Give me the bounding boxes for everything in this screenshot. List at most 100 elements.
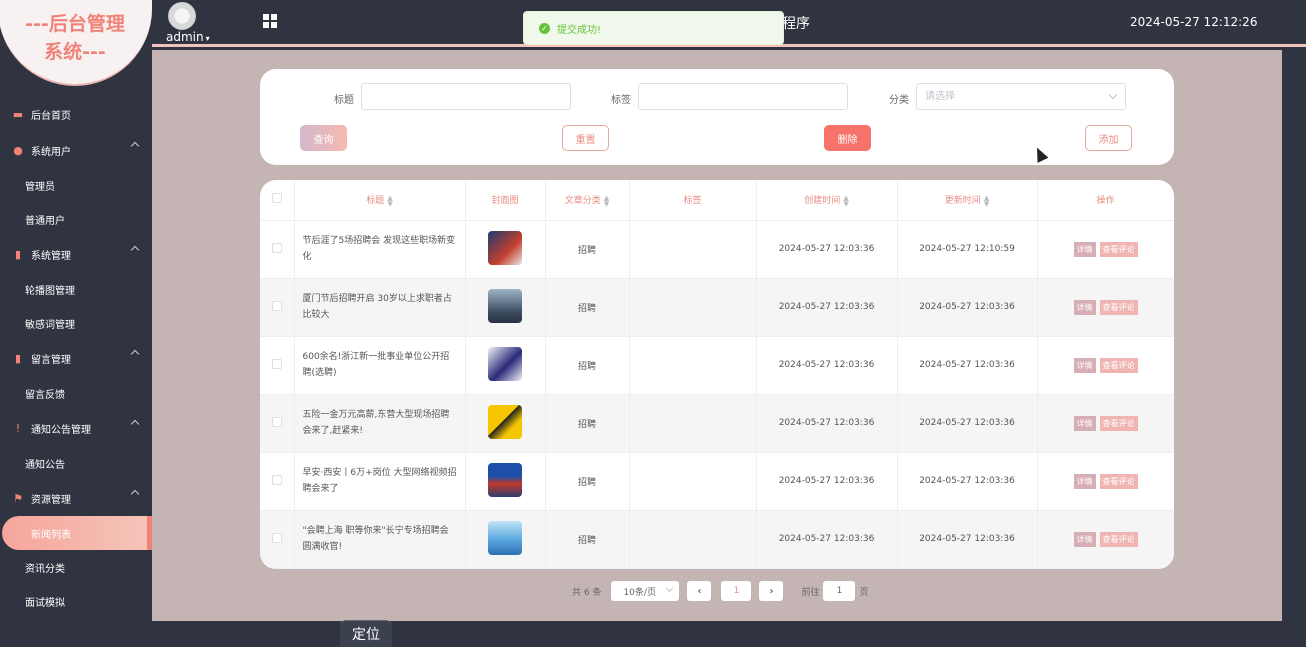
chevron-up-icon (130, 419, 140, 429)
avatar[interactable] (168, 2, 196, 30)
caret-down-icon: ▾ (205, 34, 210, 43)
cover-image (488, 288, 522, 323)
sidebar-group-resources[interactable]: ⚑ 资源管理 (0, 480, 152, 516)
select-all-cell (260, 180, 295, 221)
view-comments-button[interactable]: 查看评论 (1099, 357, 1138, 373)
bar-chart-icon: ▮ (14, 351, 22, 365)
brand-logo: ---后台管理 系统--- (0, 0, 152, 86)
query-button[interactable]: 查询 (300, 125, 347, 151)
page-suffix: 页 (859, 587, 869, 598)
sidebar-item-admin[interactable]: 管理员 (0, 168, 152, 202)
row-checkbox[interactable] (271, 416, 282, 427)
table-row: 厦门节后招聘开启 30岁以上求职者占比较大 招聘 2024-05-27 12:0… (260, 278, 1174, 337)
row-title: 节后涯了5场招聘会 发现这些职场新变化 (294, 220, 466, 279)
row-checkbox[interactable] (271, 474, 282, 485)
goto-label: 前往 (801, 587, 820, 598)
cover-image (488, 404, 522, 439)
row-checkbox[interactable] (271, 358, 282, 369)
detail-button[interactable]: 详情 (1073, 357, 1096, 373)
sort-icon[interactable]: ▲ ▼ (843, 194, 848, 207)
category-label: 分类 (889, 95, 909, 106)
sidebar-item-home[interactable]: ▬ 后台首页 (0, 96, 152, 132)
row-created: 2024-05-27 12:03:36 (756, 220, 898, 279)
sidebar-group-notices[interactable]: ! 通知公告管理 (0, 410, 152, 446)
header-cover: 封面图 (465, 180, 546, 221)
row-checkbox[interactable] (271, 300, 282, 311)
view-comments-button[interactable]: 查看评论 (1099, 415, 1138, 431)
title-input[interactable] (361, 83, 571, 110)
flag-icon: ⚑ (13, 491, 23, 505)
sort-icon[interactable]: ▲ ▼ (387, 194, 392, 207)
header-created[interactable]: 创建时间 ▲ ▼ (756, 180, 898, 221)
cover-image (488, 520, 522, 555)
view-comments-button[interactable]: 查看评论 (1099, 241, 1138, 257)
header-actions: 操作 (1037, 180, 1174, 221)
sidebar-group-system[interactable]: ▮ 系统管理 (0, 236, 152, 272)
view-comments-button[interactable]: 查看评论 (1099, 473, 1138, 489)
page-number[interactable]: 1 (721, 581, 752, 601)
table-row: 早安·西安丨6万+岗位 大型网络视频招聘会来了 招聘 2024-05-27 12… (260, 452, 1174, 511)
sidebar-item-notice[interactable]: 通知公告 (0, 446, 152, 480)
row-category: 招聘 (545, 452, 630, 511)
row-checkbox[interactable] (271, 532, 282, 543)
prev-page-button[interactable]: ‹ (687, 581, 712, 601)
header-title[interactable]: 标题 ▲ ▼ (294, 180, 466, 221)
sidebar-item-carousel[interactable]: 轮播图管理 (0, 272, 152, 306)
row-created: 2024-05-27 12:03:36 (756, 510, 898, 569)
sort-icon[interactable]: ▲ ▼ (604, 194, 609, 207)
sidebar-item-news-category[interactable]: 资讯分类 (0, 550, 152, 584)
monitor-icon: ▬ (12, 107, 24, 121)
detail-button[interactable]: 详情 (1073, 241, 1096, 257)
sidebar-item-interview[interactable]: 面试模拟 (0, 584, 152, 618)
sidebar-item-sensitive[interactable]: 敏感词管理 (0, 306, 152, 340)
chevron-up-icon (130, 245, 140, 255)
sidebar-item-news-list[interactable]: 新闻列表 (2, 516, 152, 550)
chevron-left-icon: ‹ (697, 585, 702, 597)
reset-button[interactable]: 重置 (562, 125, 609, 151)
main-content: 标题 标签 分类 请选择 查询 重置 删除 添加 标题 ▲ ▼ 封面图 文章分类 ▲ ▼ (152, 50, 1282, 621)
row-title: 600余名!浙江新一批事业单位公开招聘(选聘) (294, 336, 466, 395)
detail-button[interactable]: 详情 (1073, 473, 1096, 489)
row-title: "会聘上海 职等你来"长宁专场招聘会圆满收官! (294, 510, 466, 569)
header-category[interactable]: 文章分类 ▲ ▼ (545, 180, 630, 221)
table-row: 五险一金万元高薪,东营大型现场招聘会来了,赶紧来! 招聘 2024-05-27 … (260, 394, 1174, 453)
add-button[interactable]: 添加 (1085, 125, 1132, 151)
row-updated: 2024-05-27 12:03:36 (897, 452, 1038, 511)
cover-image (488, 346, 522, 381)
row-title: 早安·西安丨6万+岗位 大型网络视频招聘会来了 (294, 452, 466, 511)
tag-input[interactable] (638, 83, 848, 110)
row-updated: 2024-05-27 12:03:36 (897, 510, 1038, 569)
row-created: 2024-05-27 12:03:36 (756, 394, 898, 453)
pager-total: 共 6 条 (572, 587, 602, 598)
row-created: 2024-05-27 12:03:36 (756, 278, 898, 337)
sidebar-group-messages[interactable]: ▮ 留言管理 (0, 340, 152, 376)
sidebar-group-users[interactable]: ● 系统用户 (0, 132, 152, 168)
title-label: 标题 (334, 95, 354, 106)
category-select[interactable]: 请选择 (916, 83, 1126, 110)
header-updated[interactable]: 更新时间 ▲ ▼ (897, 180, 1038, 221)
view-comments-button[interactable]: 查看评论 (1099, 531, 1138, 547)
next-page-button[interactable]: › (759, 581, 784, 601)
row-tag (629, 452, 757, 511)
detail-button[interactable]: 详情 (1073, 531, 1096, 547)
check-circle-icon: ✓ (539, 22, 550, 34)
sidebar-item-feedback[interactable]: 留言反馈 (0, 376, 152, 410)
row-category: 招聘 (545, 220, 630, 279)
cover-image (488, 462, 522, 497)
row-created: 2024-05-27 12:03:36 (756, 336, 898, 395)
sort-icon[interactable]: ▲ ▼ (984, 194, 989, 207)
apps-grid-icon[interactable] (263, 14, 277, 28)
row-tag (629, 220, 757, 279)
detail-button[interactable]: 详情 (1073, 299, 1096, 315)
delete-button[interactable]: 删除 (824, 125, 871, 151)
view-comments-button[interactable]: 查看评论 (1099, 299, 1138, 315)
row-title: 厦门节后招聘开启 30岁以上求职者占比较大 (294, 278, 466, 337)
locate-tab[interactable]: 定位 (340, 620, 392, 647)
user-menu[interactable]: admin ▾ (166, 30, 210, 44)
detail-button[interactable]: 详情 (1073, 415, 1096, 431)
row-checkbox[interactable] (271, 242, 282, 253)
sidebar-item-normal-users[interactable]: 普通用户 (0, 202, 152, 236)
page-size-select[interactable]: 10条/页 (611, 581, 680, 601)
goto-page-input[interactable]: 1 (823, 581, 856, 601)
select-all-checkbox[interactable] (271, 193, 282, 204)
